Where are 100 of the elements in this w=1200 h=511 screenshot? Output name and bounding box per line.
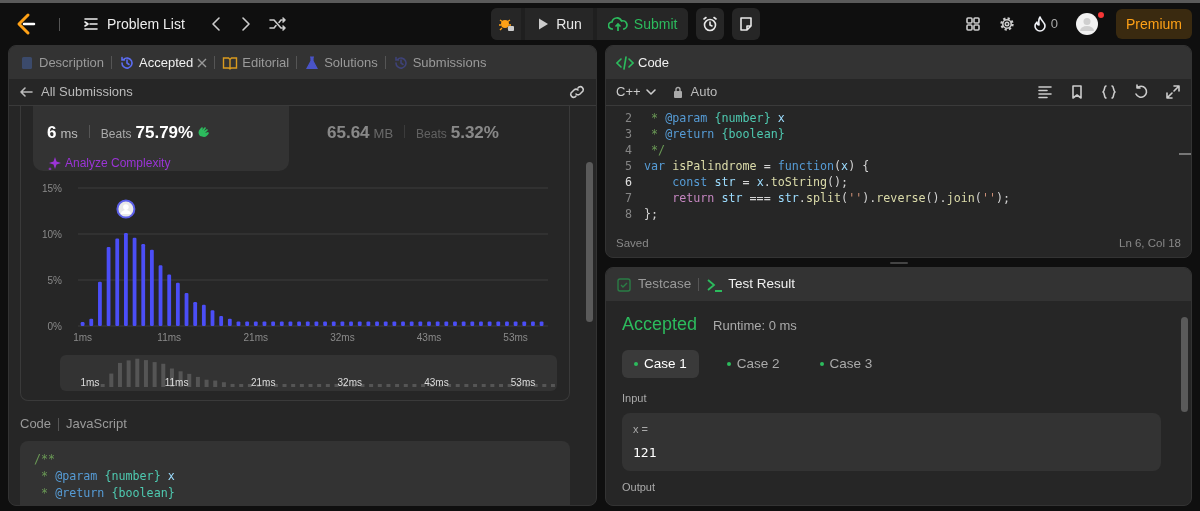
- panel-tab[interactable]: Submissions: [392, 52, 487, 73]
- stat-card[interactable]: 6 ms Beats 75.79% Analyze Complexity: [33, 106, 289, 171]
- case-tab[interactable]: Case 2: [714, 350, 792, 378]
- bar[interactable]: [297, 321, 301, 326]
- bar[interactable]: [331, 321, 336, 326]
- debug-button[interactable]: [491, 8, 522, 40]
- bar[interactable]: [80, 322, 85, 326]
- bar[interactable]: [522, 321, 527, 326]
- bar[interactable]: [236, 321, 241, 326]
- bar[interactable]: [106, 246, 111, 326]
- bar[interactable]: [158, 265, 163, 326]
- close-icon: [197, 57, 208, 68]
- code-line: */: [650, 142, 666, 158]
- bar[interactable]: [531, 321, 535, 326]
- bar[interactable]: [245, 321, 250, 326]
- bar[interactable]: [383, 321, 388, 326]
- bar[interactable]: [470, 321, 475, 326]
- bar[interactable]: [539, 321, 544, 326]
- settings-button[interactable]: [998, 16, 1015, 32]
- bar[interactable]: [418, 321, 423, 326]
- bar[interactable]: [98, 281, 102, 326]
- section-label: Code: [20, 415, 52, 434]
- stat-value: 6: [47, 122, 57, 144]
- panel-tab[interactable]: Accepted: [119, 52, 194, 73]
- bar[interactable]: [288, 321, 293, 326]
- code-line: * @return {boolean}: [650, 126, 785, 142]
- avatar-button[interactable]: [1075, 13, 1098, 35]
- scrollbar[interactable]: [1181, 317, 1188, 412]
- bar[interactable]: [401, 321, 405, 326]
- panel-tab[interactable]: Test Result: [706, 274, 796, 295]
- bar[interactable]: [132, 237, 137, 326]
- bar[interactable]: [505, 321, 509, 326]
- bar[interactable]: [271, 321, 275, 326]
- bar[interactable]: [513, 321, 518, 326]
- back-link[interactable]: All Submissions: [19, 82, 133, 102]
- panel-tab[interactable]: Code: [616, 52, 670, 73]
- streak-count: 0: [1050, 15, 1058, 34]
- scrollbar[interactable]: [586, 162, 593, 322]
- code-line: return str === str.split('').reverse().join('');: [671, 190, 1011, 206]
- bar[interactable]: [279, 321, 284, 326]
- premium-button[interactable]: Premium: [1115, 9, 1192, 39]
- problem-list-button[interactable]: Problem List: [83, 13, 185, 35]
- verdict-text: Accepted: [622, 313, 698, 336]
- bar[interactable]: [461, 321, 466, 326]
- bar[interactable]: [435, 321, 440, 326]
- bar[interactable]: [193, 302, 198, 326]
- bar[interactable]: [227, 318, 232, 326]
- bar[interactable]: [167, 274, 172, 326]
- bar[interactable]: [141, 244, 146, 326]
- timer-button[interactable]: [696, 8, 725, 40]
- reset-button[interactable]: [1133, 84, 1149, 100]
- run-button[interactable]: Run: [525, 8, 593, 40]
- bar[interactable]: [375, 321, 379, 326]
- line-number: 5: [623, 158, 633, 174]
- bar[interactable]: [210, 310, 215, 326]
- bar[interactable]: [115, 238, 120, 326]
- bar[interactable]: [357, 321, 362, 326]
- format-button[interactable]: [1037, 84, 1053, 100]
- bar[interactable]: [409, 321, 414, 326]
- bar[interactable]: [496, 321, 501, 326]
- close-tab-button[interactable]: [197, 57, 208, 68]
- bar[interactable]: [444, 321, 449, 326]
- panel-tab[interactable]: Description: [19, 52, 105, 73]
- bar[interactable]: [340, 321, 345, 326]
- bar[interactable]: [253, 321, 258, 326]
- panel-tab[interactable]: Editorial: [222, 52, 290, 73]
- fullscreen-button[interactable]: [1165, 84, 1181, 100]
- bookmark-button[interactable]: [1069, 84, 1085, 100]
- panel-tab[interactable]: Testcase: [616, 274, 692, 295]
- bar[interactable]: [314, 321, 319, 326]
- auto-mode-toggle[interactable]: Auto: [672, 82, 718, 102]
- submit-button[interactable]: Submit: [596, 8, 689, 40]
- panel-tab[interactable]: Solutions: [304, 52, 378, 73]
- line-number: 4: [623, 142, 633, 158]
- bar[interactable]: [201, 304, 206, 326]
- shuffle-button[interactable]: [268, 16, 287, 32]
- bar[interactable]: [184, 292, 189, 326]
- case-tab[interactable]: Case 3: [807, 350, 885, 378]
- layout-button[interactable]: [964, 16, 981, 32]
- bar[interactable]: [427, 321, 431, 326]
- braces-button[interactable]: [1101, 84, 1117, 100]
- bar[interactable]: [175, 282, 180, 326]
- bar[interactable]: [487, 321, 492, 326]
- bar[interactable]: [89, 318, 94, 326]
- bar[interactable]: [392, 321, 397, 326]
- copy-link-button[interactable]: [568, 84, 586, 100]
- language-dropdown[interactable]: C++: [616, 82, 657, 102]
- code-line: * @param {number} x: [650, 110, 785, 126]
- bar[interactable]: [453, 321, 457, 326]
- bar[interactable]: [262, 321, 267, 326]
- bar[interactable]: [305, 321, 310, 326]
- bar[interactable]: [323, 321, 327, 326]
- note-button[interactable]: [732, 8, 761, 40]
- stat-card[interactable]: 65.64 MB Beats 5.32%: [313, 106, 569, 171]
- bar[interactable]: [366, 321, 371, 326]
- case-tab[interactable]: Case 1: [622, 350, 699, 378]
- resize-handle[interactable]: [889, 261, 908, 264]
- bar[interactable]: [479, 321, 483, 326]
- bar[interactable]: [219, 315, 224, 326]
- bar[interactable]: [349, 321, 353, 326]
